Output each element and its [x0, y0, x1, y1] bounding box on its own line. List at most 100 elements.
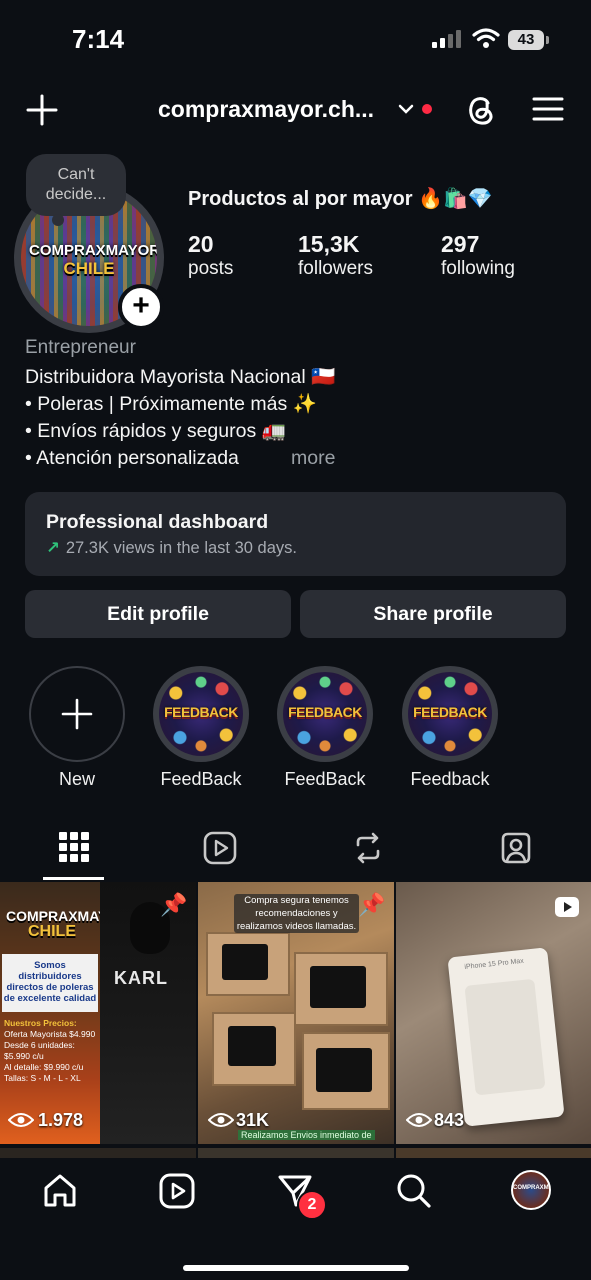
price-list-item: Oferta Mayorista $4.990	[4, 1029, 96, 1039]
create-plus-icon[interactable]	[26, 94, 58, 126]
post-view-count: 843	[434, 1110, 465, 1130]
eye-icon	[406, 1113, 432, 1127]
product-box: iPhone 15 Pro Max	[447, 947, 565, 1127]
highlight-feedback[interactable]: FEEDBACK	[153, 666, 249, 762]
highlight-cover-text: FEEDBACK	[164, 704, 238, 720]
pin-icon: 📌	[160, 892, 188, 917]
highlight-cover-text: FEEDBACK	[413, 704, 487, 720]
status-time: 7:14	[72, 24, 125, 54]
home-icon[interactable]	[42, 1173, 78, 1209]
avatar-logo-line1: COMPRAXMAYOR	[29, 242, 157, 259]
reels-icon[interactable]	[159, 1173, 195, 1209]
highlight-cover-text: FEEDBACK	[288, 704, 362, 720]
post-view-count: 31K	[236, 1110, 270, 1130]
add-story-button[interactable]: +	[118, 284, 164, 330]
next-row-post-edge	[198, 1148, 394, 1158]
chevron-down-icon[interactable]	[398, 103, 414, 115]
bio-line: Distribuidora Mayorista Nacional 🇨🇱	[25, 366, 336, 388]
post-logo-line1: COMPRAXMAYOR	[6, 908, 129, 924]
next-row-post-edge	[396, 1148, 591, 1158]
profile-tab-avatar[interactable]: COMPRAXMAYOR	[511, 1170, 551, 1210]
stat-following-label: following	[441, 258, 515, 279]
shirt-text: KARL	[114, 968, 168, 988]
nav-avatar-logo: COMPRAXMAYOR	[513, 1185, 549, 1191]
share-profile-button[interactable]: Share profile	[300, 590, 566, 638]
stat-following-value: 297	[441, 231, 480, 257]
tab-tagged-icon[interactable]	[499, 831, 533, 865]
highlight-feedback[interactable]: FEEDBACK	[402, 666, 498, 762]
threads-icon[interactable]	[464, 92, 498, 128]
battery-cap	[546, 36, 549, 44]
price-list-item: Desde 6 unidades: $5.990 c/u	[4, 1040, 75, 1061]
bio-line: • Envíos rápidos y seguros 🚛	[25, 420, 286, 442]
highlight-cover: FEEDBACK	[408, 672, 492, 756]
eye-icon	[208, 1113, 234, 1127]
stat-followers-value: 15,3K	[298, 231, 360, 257]
bio-line: • Atención personalizada	[25, 447, 239, 469]
product-box-label: iPhone 15 Pro Max	[464, 957, 525, 971]
post-logo: COMPRAXMAYOR CHILE	[6, 908, 129, 940]
stat-posts-label: posts	[188, 258, 234, 279]
profile-name: Productos al por mayor 🔥🛍️💎	[188, 188, 493, 210]
menu-icon[interactable]	[532, 96, 564, 122]
highlight-cover: FEEDBACK	[159, 672, 243, 756]
account-username[interactable]: compraxmayor.ch...	[158, 96, 374, 123]
notification-dot	[422, 104, 432, 114]
folded-shirt	[316, 1048, 372, 1092]
post-footer-caption: Realizamos Envios inmediato de	[238, 1130, 375, 1140]
dashboard-subtitle: ↗ 27.3K views in the last 30 days.	[46, 538, 297, 558]
highlight-feedback[interactable]: FEEDBACK	[277, 666, 373, 762]
pin-icon: 📌	[358, 892, 386, 917]
price-list-item: Al detalle: $9.990 c/u	[4, 1062, 84, 1072]
professional-dashboard[interactable]: Professional dashboard ↗ 27.3K views in t…	[25, 492, 566, 576]
profile-note[interactable]: Can't decide...	[26, 154, 126, 216]
dashboard-title: Professional dashboard	[46, 511, 269, 533]
trend-up-icon: ↗	[46, 539, 60, 557]
stat-followers[interactable]: 15,3K followers	[298, 231, 373, 280]
post-model: KARL	[100, 882, 196, 1144]
stat-followers-label: followers	[298, 258, 373, 279]
post-thumbnail[interactable]: iPhone 15 Pro Max 843	[396, 882, 591, 1144]
highlight-label: Feedback	[410, 769, 490, 789]
tab-grid-icon[interactable]	[59, 832, 89, 862]
tab-reels-icon[interactable]	[203, 831, 237, 865]
stat-posts-value: 20	[188, 231, 214, 257]
new-highlight-button[interactable]	[29, 666, 125, 762]
post-card-text: Somos distribuidores directos de poleras…	[2, 954, 98, 1012]
wifi-icon	[472, 28, 500, 48]
highlight-label: New	[58, 769, 95, 789]
post-view-count: 1.978	[38, 1110, 84, 1130]
dashboard-views-text: 27.3K views in the last 30 days.	[65, 539, 297, 557]
folded-shirt	[222, 944, 268, 980]
price-list-item: Nuestros Precios:	[4, 1018, 77, 1028]
tab-reposts-icon[interactable]	[351, 831, 385, 865]
post-thumbnail[interactable]: COMPRAXMAYOR CHILE Somos distribuidores …	[0, 882, 196, 1144]
stat-posts[interactable]: 20 posts	[188, 231, 233, 280]
price-list-item: Tallas: S - M - L - XL	[4, 1073, 81, 1083]
profile-category: Entrepreneur	[25, 337, 136, 358]
post-price-list: Nuestros Precios: Oferta Mayorista $4.99…	[4, 1018, 100, 1084]
next-row-post-edge	[0, 1148, 196, 1158]
highlight-cover: FEEDBACK	[283, 672, 367, 756]
cellular-signal-icon	[432, 30, 461, 48]
avatar-logo-line2: CHILE	[63, 259, 115, 278]
active-tab-indicator	[43, 877, 104, 880]
search-icon[interactable]	[396, 1173, 432, 1209]
post-logo-line2: CHILE	[28, 923, 76, 940]
post-caption-overlay: Compra segura tenemos recomendaciones y …	[234, 894, 359, 933]
eye-icon	[8, 1113, 34, 1127]
edit-profile-button[interactable]: Edit profile	[25, 590, 291, 638]
battery-indicator: 43	[508, 30, 544, 50]
home-indicator	[183, 1265, 409, 1271]
folded-shirt	[310, 966, 366, 1008]
bio-line: • Poleras | Próximamente más ✨	[25, 393, 317, 415]
plus-icon	[61, 698, 93, 730]
reel-icon	[555, 897, 579, 917]
post-thumbnail[interactable]: Compra segura tenemos recomendaciones y …	[198, 882, 394, 1144]
folded-shirt	[228, 1026, 276, 1066]
highlight-label: FeedBack	[284, 769, 366, 789]
avatar-logo: COMPRAXMAYOR CHILE	[29, 242, 157, 278]
bio-more-link[interactable]: more	[291, 447, 335, 470]
note-bubble-tail	[52, 214, 64, 226]
stat-following[interactable]: 297 following	[441, 231, 515, 280]
